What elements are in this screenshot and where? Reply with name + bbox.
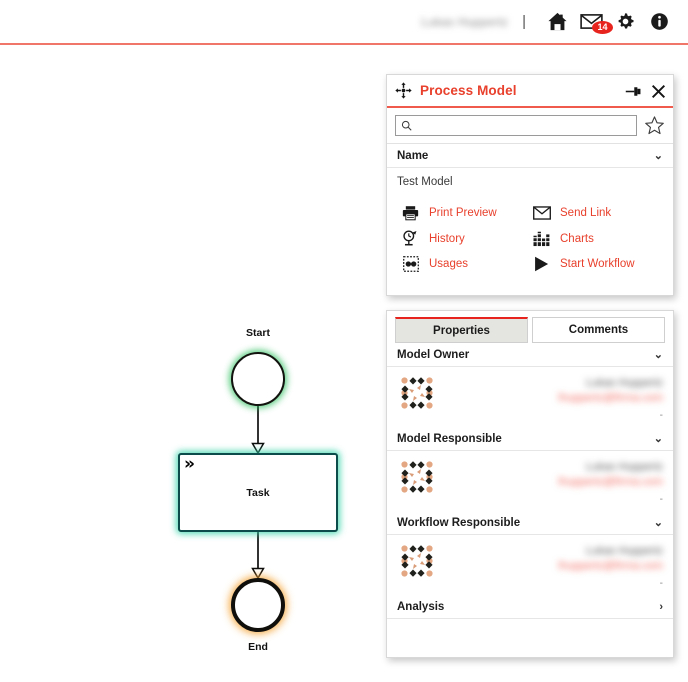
end-event-node[interactable] — [231, 578, 285, 632]
chevron-down-icon: ⌄ — [653, 432, 663, 445]
name-section-label: Name — [397, 150, 429, 162]
identicon-avatar — [399, 375, 435, 411]
end-event-label: End — [248, 641, 268, 653]
model-owner-header[interactable]: Model Owner ⌄ — [387, 343, 673, 367]
model-responsible-person: Lukas Huppertz lhuppertz@firma.com - — [387, 451, 673, 505]
search-box[interactable] — [395, 115, 637, 136]
model-owner-person: Lukas Huppertz lhuppertz@firma.com - — [387, 367, 673, 421]
header-separator: | — [522, 13, 526, 30]
top-header-bar: Lukas Huppertz | 14 — [0, 0, 688, 45]
model-owner-extra: - — [659, 410, 663, 421]
action-send-link[interactable]: Send Link — [532, 205, 663, 221]
model-owner-text: Lukas Huppertz lhuppertz@firma.com — [445, 375, 663, 411]
star-icon[interactable] — [644, 115, 665, 136]
usages-icon — [401, 256, 420, 272]
section-model-responsible: Model Responsible ⌄ Lukas Huppertz lhupp… — [387, 427, 673, 511]
header-username[interactable]: Lukas Huppertz — [421, 15, 508, 29]
details-panel: Properties Comments Model Owner ⌄ Lukas … — [386, 310, 674, 658]
panel-search-row — [387, 108, 673, 144]
application-window: Lukas Huppertz | 14 Start » Task End Pro… — [0, 0, 688, 682]
workflow-responsible-person: Lukas Huppertz lhuppertz@firma.com - — [387, 535, 673, 589]
action-usages-label: Usages — [429, 258, 468, 270]
action-charts[interactable]: Charts — [532, 230, 663, 247]
start-event-label: Start — [246, 327, 270, 339]
bar-chart-icon — [532, 231, 551, 247]
analysis-header[interactable]: Analysis › — [387, 595, 673, 619]
action-send-link-label: Send Link — [560, 207, 612, 219]
process-model-panel-title: Process Model — [420, 83, 517, 98]
chevron-down-icon: ⌄ — [653, 149, 663, 162]
chevron-down-icon: ⌄ — [653, 348, 663, 361]
workflow-responsible-label: Workflow Responsible — [397, 517, 521, 529]
model-responsible-email[interactable]: lhuppertz@firma.com — [558, 476, 663, 488]
home-icon[interactable] — [540, 7, 574, 37]
process-model-panel-header: Process Model — [387, 75, 673, 108]
section-model-owner: Model Owner ⌄ Lukas Huppertz lhuppertz@f… — [387, 343, 673, 427]
envelope-icon — [532, 206, 551, 220]
tab-properties-label: Properties — [433, 324, 490, 337]
task-node-label: Task — [246, 486, 270, 499]
details-tabs: Properties Comments — [387, 311, 673, 343]
history-clock-icon — [401, 230, 420, 247]
task-type-marker: » — [184, 454, 195, 474]
gear-icon[interactable] — [608, 7, 642, 37]
model-owner-label: Model Owner — [397, 349, 470, 361]
printer-icon — [401, 205, 420, 221]
mail-icon[interactable]: 14 — [574, 7, 613, 37]
start-event-node[interactable] — [231, 352, 285, 406]
move-handle-icon[interactable] — [395, 82, 412, 99]
panel-header-actions — [625, 75, 666, 108]
model-responsible-label: Model Responsible — [397, 433, 502, 445]
model-owner-name: Lukas Huppertz — [585, 377, 663, 389]
search-icon — [401, 120, 412, 131]
identicon-avatar — [399, 459, 435, 495]
model-responsible-text: Lukas Huppertz lhuppertz@firma.com — [445, 459, 663, 495]
header-right-cluster: Lukas Huppertz | 14 — [421, 0, 676, 43]
model-owner-email[interactable]: lhuppertz@firma.com — [558, 392, 663, 404]
chevron-down-icon: ⌄ — [653, 516, 663, 529]
workflow-responsible-name: Lukas Huppertz — [585, 545, 663, 557]
search-input[interactable] — [412, 117, 631, 134]
tab-comments-label: Comments — [568, 324, 629, 336]
action-print-preview-label: Print Preview — [429, 207, 497, 219]
close-icon[interactable] — [651, 84, 666, 99]
identicon-avatar — [399, 543, 435, 579]
action-print-preview[interactable]: Print Preview — [401, 205, 532, 221]
tab-properties[interactable]: Properties — [395, 317, 528, 343]
workflow-responsible-header[interactable]: Workflow Responsible ⌄ — [387, 511, 673, 535]
model-responsible-name: Lukas Huppertz — [585, 461, 663, 473]
action-start-workflow[interactable]: Start Workflow — [532, 256, 663, 272]
model-responsible-header[interactable]: Model Responsible ⌄ — [387, 427, 673, 451]
action-history-label: History — [429, 232, 465, 245]
info-icon[interactable] — [642, 7, 676, 37]
workflow-responsible-text: Lukas Huppertz lhuppertz@firma.com — [445, 543, 663, 579]
process-actions-grid: Print Preview Send Link History Charts U… — [387, 192, 673, 282]
name-section-header[interactable]: Name ⌄ — [387, 144, 673, 168]
pin-icon[interactable] — [625, 84, 642, 99]
action-history[interactable]: History — [401, 230, 532, 247]
task-node[interactable]: » Task — [178, 453, 338, 532]
analysis-label: Analysis — [397, 601, 445, 613]
process-model-panel: Process Model Name ⌄ Test Model Print Pr… — [386, 74, 674, 296]
tab-comments[interactable]: Comments — [532, 317, 665, 343]
model-responsible-extra: - — [659, 494, 663, 505]
chevron-right-icon: › — [659, 600, 663, 613]
model-name-value: Test Model — [397, 176, 453, 188]
workflow-responsible-extra: - — [659, 578, 663, 589]
action-start-workflow-label: Start Workflow — [560, 258, 635, 270]
workflow-responsible-email[interactable]: lhuppertz@firma.com — [558, 560, 663, 572]
action-charts-label: Charts — [560, 232, 594, 245]
action-usages[interactable]: Usages — [401, 256, 532, 272]
section-workflow-responsible: Workflow Responsible ⌄ Lukas Huppertz lh… — [387, 511, 673, 595]
play-icon — [532, 256, 551, 272]
